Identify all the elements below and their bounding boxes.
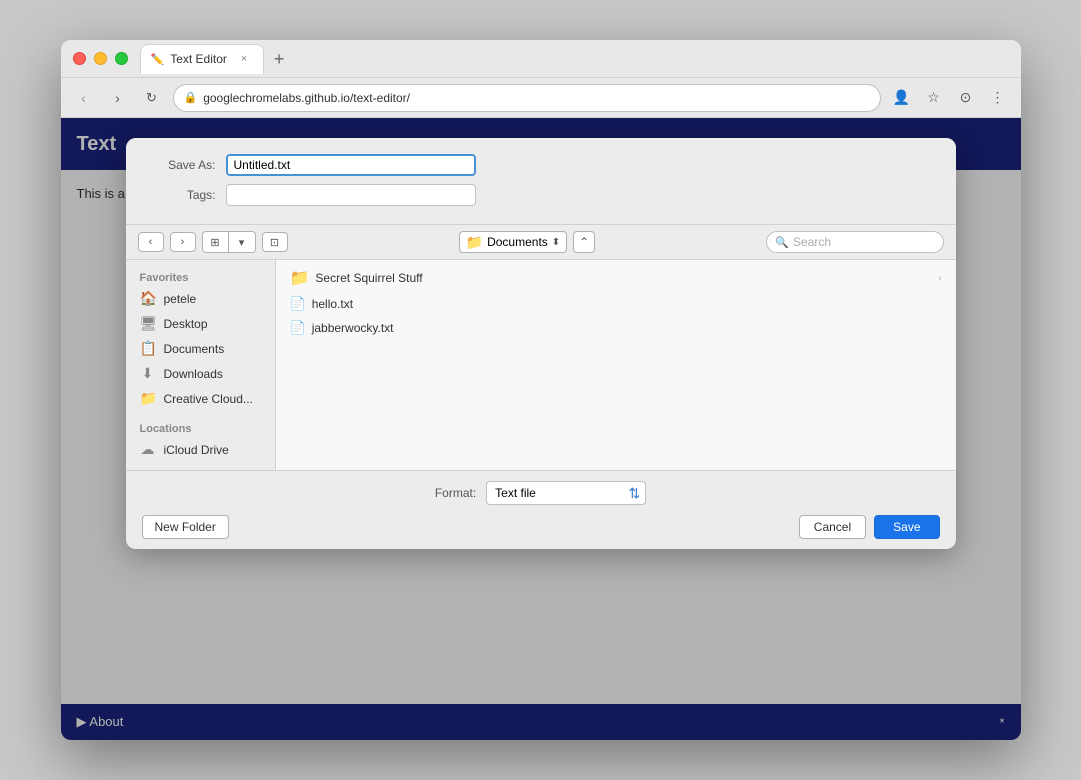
save-dialog: Save As: Tags: ‹ › ⊞ ▾ ⊡ (126, 138, 956, 549)
search-icon: 🔍 (775, 236, 789, 249)
file-name-hello: hello.txt (312, 297, 353, 311)
maximize-traffic-light[interactable] (115, 52, 128, 65)
sidebar-item-documents-label: Documents (164, 342, 225, 356)
location-name: Documents (487, 235, 548, 249)
format-row: Format: Text file HTML file Markdown fil… (142, 481, 940, 505)
dialog-overlay: Save As: Tags: ‹ › ⊞ ▾ ⊡ (61, 118, 1021, 740)
tab-title: Text Editor (170, 52, 227, 66)
dialog-header: Save As: Tags: (126, 138, 956, 225)
icloud-icon: ☁ (140, 441, 156, 458)
tags-label: Tags: (146, 188, 216, 202)
view-toggle-group: ⊞ ▾ (202, 231, 256, 253)
view-dropdown-button[interactable]: ▾ (229, 232, 255, 252)
account-button[interactable]: 👤 (889, 85, 915, 111)
sidebar-item-petele-label: petele (164, 292, 197, 306)
column-view-button[interactable]: ⊞ (203, 232, 229, 252)
sidebar-item-icloud-label: iCloud Drive (164, 443, 229, 457)
new-folder-toolbar-button[interactable]: ⊡ (262, 232, 288, 252)
browser-actions: 👤 ☆ ⊙ ⋮ (889, 85, 1011, 111)
format-select-wrapper: Text file HTML file Markdown file ⇅ (486, 481, 646, 505)
folder-icon: 📁 (466, 234, 483, 251)
sidebar-item-desktop[interactable]: 🖥 Desktop (126, 311, 275, 336)
back-nav-button[interactable]: ‹ (138, 232, 164, 252)
minimize-traffic-light[interactable] (94, 52, 107, 65)
folder-icon: 📁 (290, 268, 310, 288)
location-arrows-icon: ⬍ (552, 237, 560, 248)
bookmark-button[interactable]: ☆ (921, 85, 947, 111)
file-name-secret-squirrel: Secret Squirrel Stuff (315, 271, 422, 285)
file-name-jabberwocky: jabberwocky.txt (312, 321, 394, 335)
sidebar-item-desktop-label: Desktop (164, 317, 208, 331)
save-as-label: Save As: (146, 158, 216, 172)
sidebar-item-icloud-drive[interactable]: ☁ iCloud Drive (126, 437, 275, 462)
forward-button[interactable]: › (105, 85, 131, 111)
sidebar-item-documents[interactable]: 📋 Documents (126, 336, 275, 361)
tab-bar: ✏️ Text Editor × + (140, 44, 1009, 74)
downloads-icon: ⬇ (140, 365, 156, 382)
dialog-body: Favorites 🏠 petele 🖥 Desktop 📋 Documents (126, 260, 956, 470)
expand-button[interactable]: ⌃ (573, 231, 595, 253)
browser-window: ✏️ Text Editor × + ‹ › ↻ 🔒 googlechromel… (61, 40, 1021, 740)
dialog-toolbar: ‹ › ⊞ ▾ ⊡ 📁 Documents ⬍ ⌃ (126, 225, 956, 260)
file-list-area: 📁 Secret Squirrel Stuff › 📄 hello.txt 📄 … (276, 260, 956, 470)
refresh-button[interactable]: ↻ (139, 85, 165, 111)
cancel-button[interactable]: Cancel (799, 515, 866, 539)
dialog-sidebar: Favorites 🏠 petele 🖥 Desktop 📋 Documents (126, 260, 276, 470)
sidebar-item-creative-cloud[interactable]: 📁 Creative Cloud... (126, 386, 275, 411)
doc-icon-jabberwocky: 📄 (290, 320, 306, 336)
sidebar-item-petele[interactable]: 🏠 petele (126, 286, 275, 311)
location-dropdown[interactable]: 📁 Documents ⬍ (459, 231, 568, 253)
sidebar-item-creative-cloud-label: Creative Cloud... (164, 392, 253, 406)
favorites-label: Favorites (126, 268, 275, 286)
locations-label: Locations (126, 419, 275, 437)
dialog-footer: Format: Text file HTML file Markdown fil… (126, 470, 956, 549)
search-box[interactable]: 🔍 Search (766, 231, 943, 253)
app-content: Text This is a n Save As: Tags: (61, 118, 1021, 740)
forward-nav-button[interactable]: › (170, 232, 196, 252)
format-select[interactable]: Text file HTML file Markdown file (486, 481, 646, 505)
chevron-right-icon: › (938, 273, 941, 284)
tab-close-button[interactable]: × (237, 52, 251, 66)
tags-field: Tags: (146, 184, 936, 206)
sidebar-item-downloads[interactable]: ⬇ Downloads (126, 361, 275, 386)
sidebar-item-downloads-label: Downloads (164, 367, 223, 381)
documents-icon: 📋 (140, 340, 156, 357)
dialog-actions: New Folder Cancel Save (142, 515, 940, 539)
pencil-icon: ✏️ (151, 53, 165, 66)
file-item-secret-squirrel[interactable]: 📁 Secret Squirrel Stuff › (280, 264, 952, 292)
doc-icon: 📄 (290, 296, 306, 312)
format-label: Format: (435, 486, 476, 500)
save-as-input[interactable] (226, 154, 476, 176)
search-placeholder: Search (793, 235, 831, 249)
url-bar[interactable]: 🔒 googlechromelabs.github.io/text-editor… (173, 84, 881, 112)
menu-button[interactable]: ⋮ (985, 85, 1011, 111)
traffic-lights (73, 52, 128, 65)
title-bar: ✏️ Text Editor × + (61, 40, 1021, 78)
address-bar: ‹ › ↻ 🔒 googlechromelabs.github.io/text-… (61, 78, 1021, 118)
home-icon: 🏠 (140, 290, 156, 307)
close-traffic-light[interactable] (73, 52, 86, 65)
save-as-field: Save As: (146, 154, 936, 176)
save-button[interactable]: Save (874, 515, 939, 539)
new-tab-button[interactable]: + (268, 50, 291, 68)
dialog-right-actions: Cancel Save (799, 515, 940, 539)
new-folder-button[interactable]: New Folder (142, 515, 229, 539)
lock-icon: 🔒 (184, 91, 198, 104)
tags-input[interactable] (226, 184, 476, 206)
file-item-jabberwocky[interactable]: 📄 jabberwocky.txt (280, 316, 952, 340)
creative-cloud-icon: 📁 (140, 390, 156, 407)
url-text: googlechromelabs.github.io/text-editor/ (203, 91, 410, 105)
active-tab[interactable]: ✏️ Text Editor × (140, 44, 264, 74)
profile-button[interactable]: ⊙ (953, 85, 979, 111)
back-button[interactable]: ‹ (71, 85, 97, 111)
desktop-icon: 🖥 (140, 315, 156, 332)
file-item-hello[interactable]: 📄 hello.txt (280, 292, 952, 316)
